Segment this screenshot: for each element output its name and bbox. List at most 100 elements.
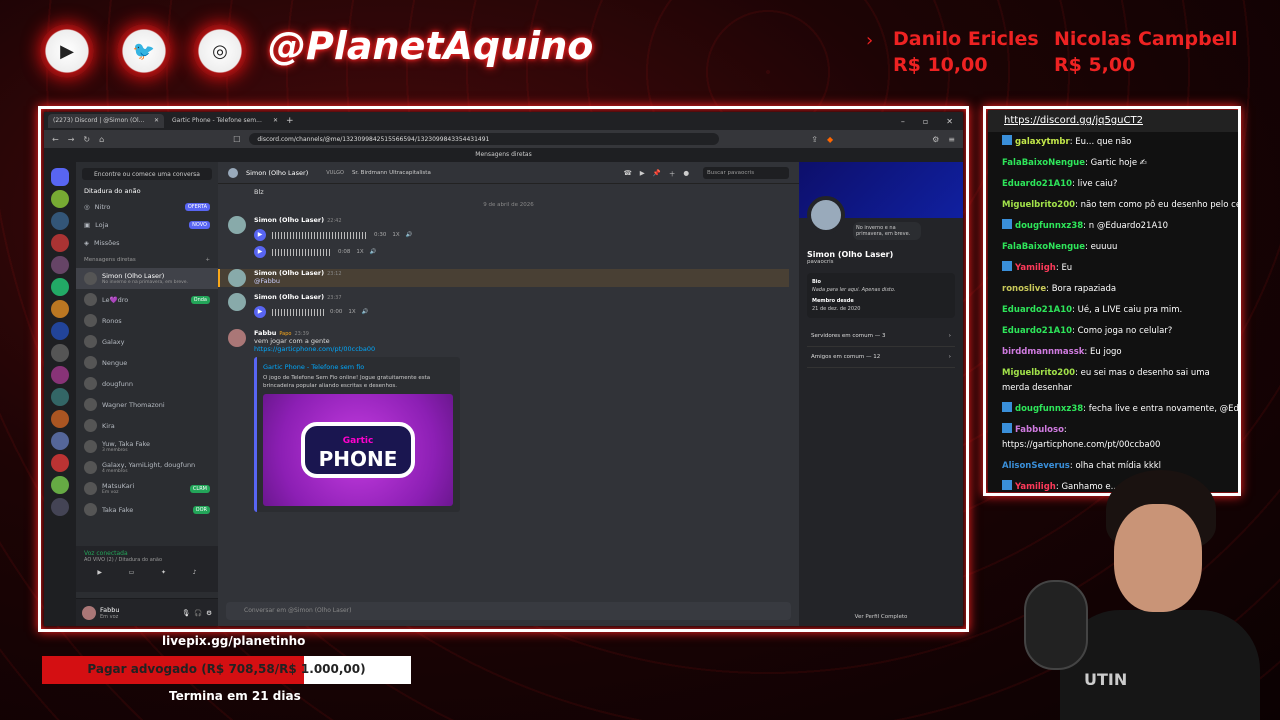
server-icon[interactable]	[51, 322, 69, 340]
dm-item[interactable]: Nengue	[76, 352, 218, 373]
dm-sub: No inverno e na primavera, em breve.	[102, 280, 188, 285]
soundboard-icon[interactable]: ♪	[193, 569, 197, 576]
forward-icon[interactable]: →	[68, 135, 75, 144]
pin-icon[interactable]: 📌	[653, 169, 661, 177]
donation-goal-bar: Pagar advogado (R$ 708,58/R$ 1.000,00)	[42, 656, 411, 684]
mutual-servers[interactable]: Servidores em comum — 3 ›	[807, 326, 955, 347]
avatar[interactable]	[228, 216, 246, 234]
reload-icon[interactable]: ↻	[83, 135, 90, 144]
message-author[interactable]: Fabbu	[254, 329, 276, 337]
waveform[interactable]	[272, 248, 332, 256]
mutual-friends[interactable]: Amigos em comum — 12 ›	[807, 347, 955, 368]
close-icon[interactable]: ✕	[273, 117, 278, 125]
avatar[interactable]	[82, 605, 96, 620]
server-icon[interactable]	[51, 410, 69, 428]
video-icon[interactable]: ▶	[640, 169, 645, 177]
dm-item[interactable]: Galaxy	[76, 331, 218, 352]
avatar[interactable]	[228, 293, 246, 311]
message-link[interactable]: https://garticphone.com/pt/00ccba00	[254, 345, 460, 353]
find-conversation-button[interactable]: Encontre ou comece uma conversa	[82, 168, 212, 180]
screen-share-icon[interactable]: ▭	[129, 569, 135, 576]
dm-item[interactable]: Yuw, Taka Fake 3 membros	[76, 436, 218, 457]
server-popup[interactable]: Ditadura do anão	[76, 184, 218, 198]
message-author[interactable]: Simon (Olho Laser)	[254, 216, 324, 224]
server-icon[interactable]	[51, 366, 69, 384]
server-icon[interactable]	[51, 476, 69, 494]
add-dm-icon[interactable]: +	[205, 257, 210, 263]
headphones-icon[interactable]: 🎧	[194, 609, 202, 617]
dm-item[interactable]: MatsuKari Em voz CLRM	[76, 478, 218, 499]
dm-item[interactable]: Taka Fake OOR	[76, 499, 218, 520]
search-input[interactable]: Buscar pavaocris	[703, 166, 789, 179]
server-icon[interactable]	[51, 278, 69, 296]
mic-icon[interactable]: 🎙	[182, 609, 190, 617]
server-icon[interactable]	[51, 388, 69, 406]
play-button[interactable]: ▶	[254, 306, 266, 318]
avatar[interactable]	[228, 269, 246, 287]
server-icon[interactable]	[51, 212, 69, 230]
volume-icon[interactable]: 🔊	[370, 249, 377, 255]
call-icon[interactable]: ☎	[624, 169, 632, 177]
avatar[interactable]	[807, 196, 845, 234]
bookmark-icon[interactable]: ☐	[233, 135, 240, 144]
share-icon[interactable]: ⇪	[811, 135, 818, 144]
dm-sub: Em voz	[102, 490, 119, 495]
dm-item[interactable]: dougfunn	[76, 373, 218, 394]
server-icon[interactable]	[51, 190, 69, 208]
server-icon[interactable]	[51, 454, 69, 472]
brave-shield-icon[interactable]: ◆	[827, 135, 833, 144]
add-friend-icon[interactable]: ＋	[669, 168, 676, 178]
discord-home-icon[interactable]	[51, 168, 69, 186]
play-button[interactable]: ▶	[254, 246, 266, 258]
dm-item[interactable]: Ronos	[76, 310, 218, 331]
waveform[interactable]	[272, 231, 368, 239]
new-tab-icon[interactable]: +	[286, 116, 294, 126]
minimize-icon[interactable]: –	[901, 117, 905, 126]
message-input[interactable]: Conversar em @Simon (Olho Laser)	[226, 602, 791, 620]
message-author[interactable]: Simon (Olho Laser)	[254, 269, 324, 277]
embed-title[interactable]: Gartic Phone - Telefone sem fio	[263, 363, 454, 371]
tab-gartic[interactable]: Gartic Phone - Telefone sem... ✕	[167, 114, 283, 128]
speed-button[interactable]: 1X	[356, 249, 363, 255]
mention[interactable]: @Fabbu	[254, 277, 342, 285]
dm-item[interactable]: Le💜dro Onda	[76, 289, 218, 310]
activities-icon[interactable]: ✦	[161, 569, 166, 576]
profile-icon[interactable]: ●	[683, 169, 689, 177]
nav-missions[interactable]: ◈ Missões	[76, 234, 218, 252]
server-icon[interactable]	[51, 344, 69, 362]
server-icon[interactable]	[51, 300, 69, 318]
dm-item[interactable]: Galaxy, YamiLight, dougfunn 4 membros	[76, 457, 218, 478]
chat-line: ronoslive: Bora rapaziada	[1002, 284, 1117, 294]
play-button[interactable]: ▶	[254, 229, 266, 241]
nav-nitro[interactable]: ◎ Nitro OFERTA	[76, 198, 218, 216]
avatar[interactable]	[228, 329, 246, 347]
back-icon[interactable]: ←	[52, 135, 59, 144]
dm-item[interactable]: Kira	[76, 415, 218, 436]
message-author[interactable]: Simon (Olho Laser)	[254, 293, 324, 301]
discord-invite-link[interactable]: https://discord.gg/jq5guCT2	[988, 110, 1238, 132]
volume-icon[interactable]: 🔊	[362, 309, 369, 315]
volume-icon[interactable]: 🔊	[406, 232, 413, 238]
close-icon[interactable]: ✕	[154, 117, 159, 125]
view-full-profile-button[interactable]: Ver Perfil Completo	[799, 614, 963, 620]
server-icon[interactable]	[51, 234, 69, 252]
maximize-icon[interactable]: ▫	[923, 117, 928, 126]
dm-item[interactable]: Wagner Thomazoni	[76, 394, 218, 415]
speed-button[interactable]: 1X	[392, 232, 399, 238]
dm-item[interactable]: Simon (Olho Laser) No inverno e na primav…	[76, 268, 218, 289]
extensions-icon[interactable]: ⚙	[932, 135, 939, 144]
speed-button[interactable]: 1X	[348, 309, 355, 315]
tab-discord[interactable]: (2273) Discord | @Simon (Ol... ✕	[48, 114, 164, 128]
embed-image[interactable]: Gartic PHONE	[263, 394, 453, 506]
address-input[interactable]: discord.com/channels/@me/132309984251556…	[249, 133, 720, 145]
server-icon[interactable]	[51, 498, 69, 516]
nav-store[interactable]: ▣ Loja NOVO	[76, 216, 218, 234]
camera-icon[interactable]: ▶	[97, 569, 102, 576]
settings-icon[interactable]: ⚙	[206, 609, 212, 617]
close-window-icon[interactable]: ✕	[946, 117, 953, 126]
home-icon[interactable]: ⌂	[99, 135, 104, 144]
server-icon[interactable]	[51, 432, 69, 450]
server-icon[interactable]	[51, 256, 69, 274]
waveform[interactable]	[272, 308, 324, 316]
menu-icon[interactable]: ≡	[948, 135, 955, 144]
